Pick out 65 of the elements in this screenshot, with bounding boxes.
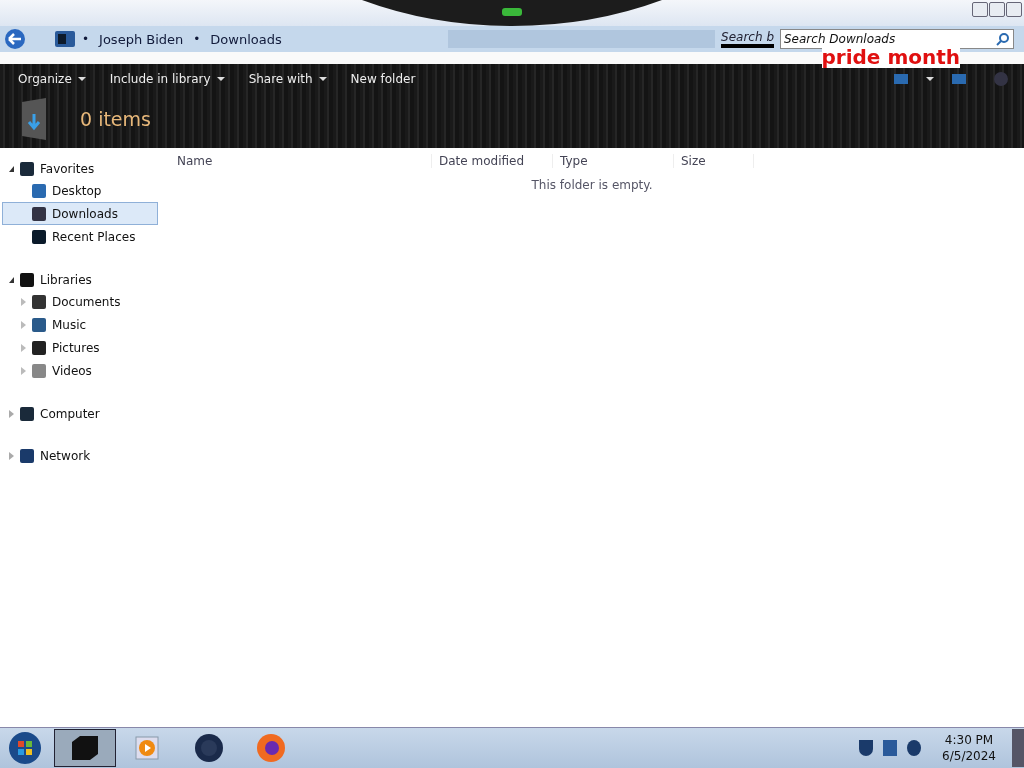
- column-header[interactable]: Date modified: [432, 154, 553, 168]
- media-player-icon: [135, 736, 159, 760]
- nav-item[interactable]: Computer: [40, 406, 100, 421]
- restore-button[interactable]: [989, 2, 1005, 17]
- expand-arrow-icon[interactable]: [9, 451, 14, 460]
- nav-icon: [32, 294, 46, 309]
- breadcrumb-separator: •: [193, 32, 201, 46]
- toolbar-button[interactable]: Organize: [10, 70, 94, 88]
- nav-icon: [32, 317, 46, 332]
- start-button[interactable]: [8, 731, 42, 765]
- breadcrumb[interactable]: Downloads: [210, 31, 282, 47]
- nav-item[interactable]: Favorites: [40, 161, 95, 176]
- nav-icon: [20, 448, 34, 463]
- browser-icon: [256, 733, 286, 763]
- nav-item[interactable]: Desktop: [52, 183, 102, 198]
- nav-item[interactable]: Documents: [52, 294, 121, 309]
- breadcrumb-separator: •: [82, 32, 90, 46]
- nav-item[interactable]: Music: [52, 317, 87, 332]
- globe-icon: [194, 733, 224, 763]
- caret-icon: [926, 77, 934, 81]
- nav-item[interactable]: Network: [40, 448, 91, 463]
- folder-icon: [54, 29, 76, 49]
- nav-icon: [32, 363, 46, 378]
- expand-arrow-icon[interactable]: [9, 409, 14, 418]
- caret-icon: [216, 77, 225, 81]
- network-icon: [883, 740, 898, 756]
- taskbar-app[interactable]: [54, 729, 116, 767]
- caret-icon: [77, 77, 86, 81]
- column-header[interactable]: Size: [674, 154, 754, 168]
- search-label: Search b: [721, 30, 774, 48]
- item-count: 0 items: [80, 108, 151, 130]
- nav-icon: [20, 161, 34, 176]
- shield-icon: [859, 740, 874, 756]
- minimize-button[interactable]: [972, 2, 988, 17]
- nav-item[interactable]: Videos: [52, 363, 92, 378]
- breadcrumb[interactable]: Joseph Biden: [99, 31, 184, 47]
- nav-item[interactable]: Pictures: [52, 340, 100, 355]
- column-header[interactable]: Name: [170, 154, 432, 168]
- search-icon: [996, 32, 1010, 46]
- expand-arrow-icon[interactable]: [21, 297, 26, 306]
- caret-icon: [318, 77, 327, 81]
- nav-item[interactable]: Libraries: [40, 272, 92, 287]
- expand-arrow-icon[interactable]: [21, 320, 26, 329]
- nav-item[interactable]: Recent Places: [52, 229, 136, 244]
- toolbar-button[interactable]: Share with: [240, 70, 335, 88]
- help-button[interactable]: [994, 72, 1008, 86]
- close-button[interactable]: [1006, 2, 1022, 17]
- nav-icon: [32, 229, 46, 244]
- collapse-arrow-icon[interactable]: [9, 165, 14, 172]
- search-field[interactable]: Search Downloads: [780, 29, 1014, 49]
- nav-icon: [20, 406, 34, 421]
- toolbar-button[interactable]: New folder: [342, 70, 424, 88]
- nav-icon: [20, 272, 34, 287]
- nav-icon: [32, 340, 46, 355]
- nav-icon: [32, 183, 46, 198]
- toolbar-button[interactable]: Include in library: [101, 70, 233, 88]
- nav-icon: [32, 206, 46, 221]
- empty-message: This folder is empty.: [530, 178, 654, 192]
- banner-text: pride month: [821, 46, 960, 68]
- expand-arrow-icon[interactable]: [21, 366, 26, 375]
- collapse-arrow-icon[interactable]: [9, 276, 14, 283]
- volume-icon: [907, 740, 922, 756]
- expand-arrow-icon[interactable]: [21, 343, 26, 352]
- clock[interactable]: 4:30 PM 6/5/2024: [942, 732, 996, 764]
- column-header[interactable]: Type: [553, 154, 674, 168]
